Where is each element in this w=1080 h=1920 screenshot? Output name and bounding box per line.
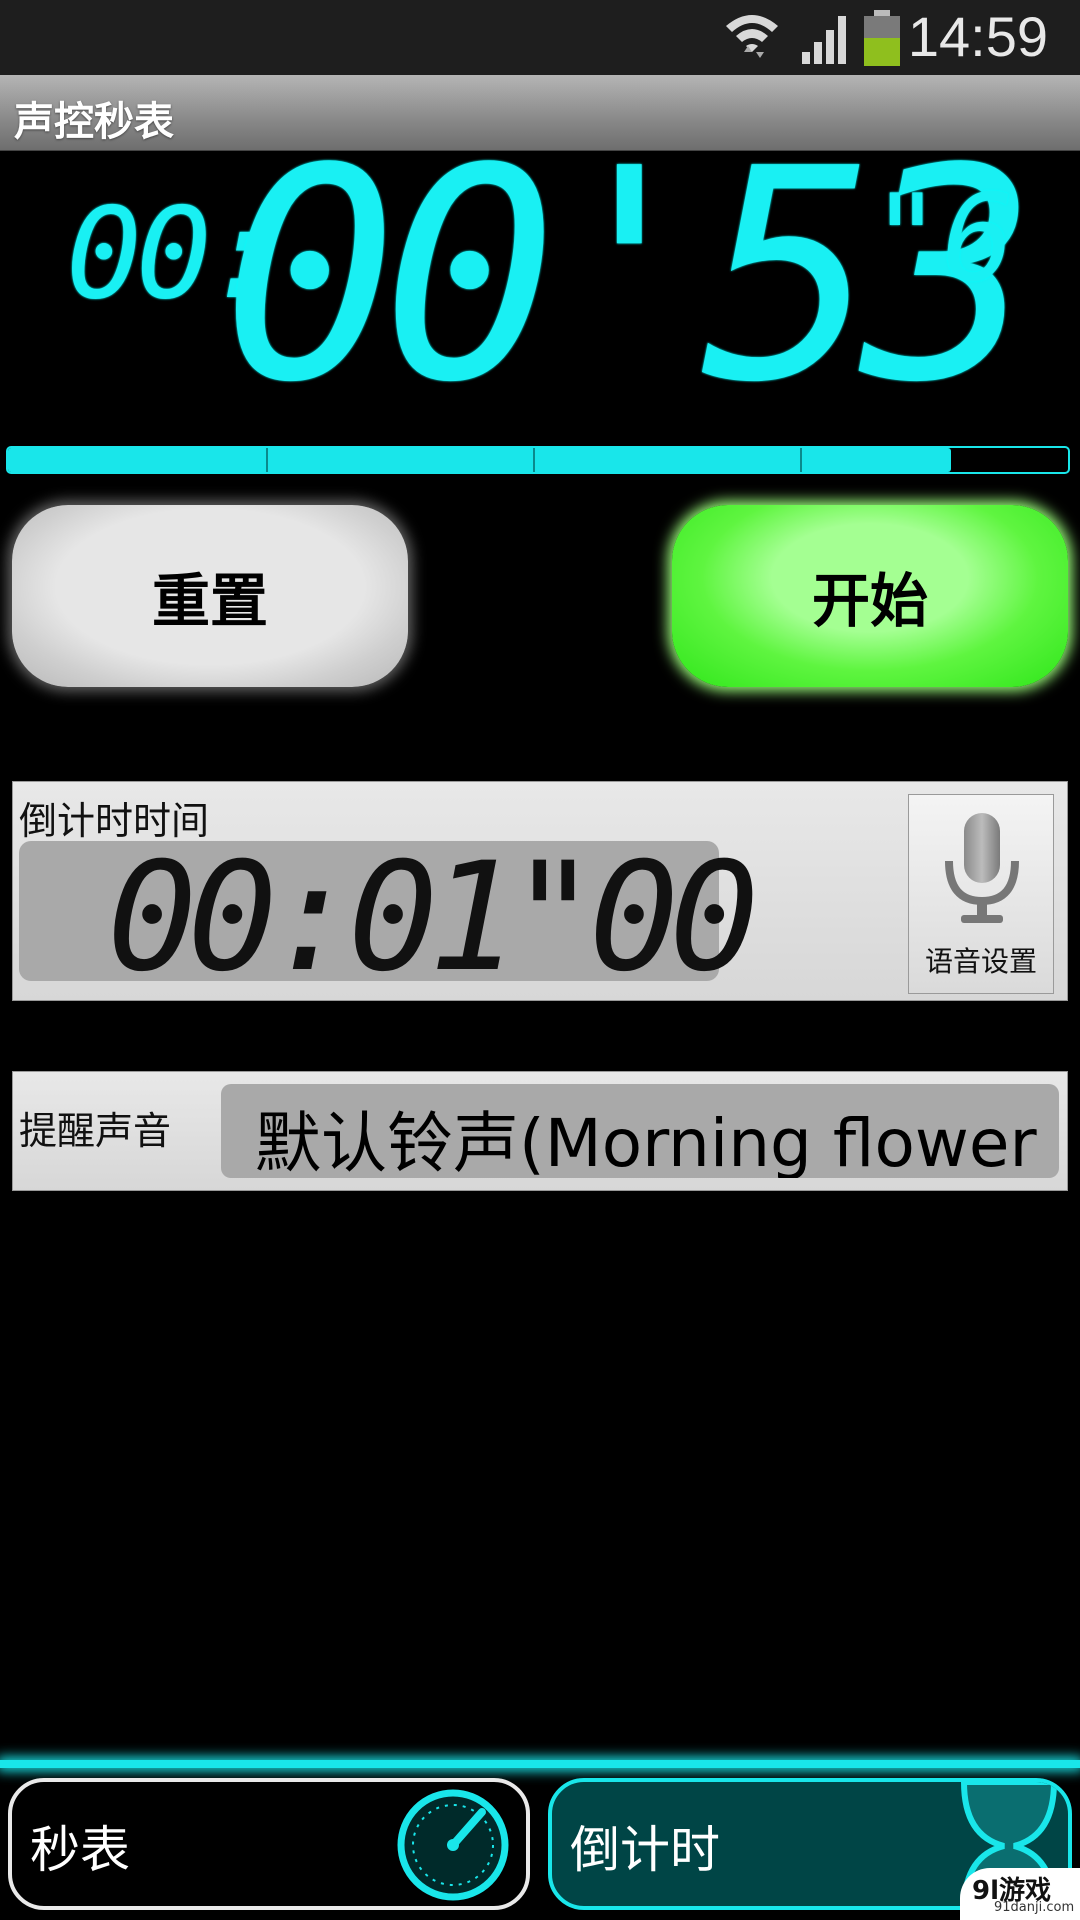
tab-stopwatch[interactable]: 秒表 [8,1778,530,1910]
wifi-icon [726,15,778,58]
ringtone-panel: 提醒声音 默认铃声(Morning flower [12,1071,1068,1191]
tab-bar-divider [0,1760,1080,1768]
progress-tick [266,448,268,472]
battery-icon [864,10,900,66]
countdown-time-field[interactable]: 00:01"00 [19,841,759,993]
status-time: 14:59 [907,5,1048,68]
start-button[interactable]: 开始 [672,505,1068,687]
status-bar: 14:59 [0,0,1080,75]
timer-tenths: "6 [870,170,1015,309]
watermark-url: 91danji.com [994,1900,1075,1915]
microphone-icon [945,813,1019,923]
tab-stopwatch-label: 秒表 [30,1821,130,1879]
progress-tick [800,448,802,472]
countdown-panel: 倒计时时间 00:01"00 语音设置 [12,781,1068,1001]
voice-settings-label: 语音设置 [924,945,1037,978]
tab-countdown-label: 倒计时 [570,1821,720,1879]
ringtone-select[interactable]: 默认铃声(Morning flower [221,1084,1059,1178]
app-title: 声控秒表 [14,99,174,145]
reset-button[interactable]: 重置 [12,505,408,687]
stopwatch-icon [397,1789,509,1901]
voice-settings-button[interactable]: 语音设置 [908,794,1054,994]
progress-fill [8,448,952,472]
progress-tick [533,448,535,472]
countdown-value: 00:01"00 [107,831,759,1005]
ringtone-label: 提醒声音 [19,1109,172,1153]
progress-bar [6,446,1070,474]
watermark: 9l游戏 91danji.com [960,1868,1080,1920]
signal-icon [802,16,846,64]
ringtone-value: 默认铃声(Morning flower [255,1105,1037,1178]
